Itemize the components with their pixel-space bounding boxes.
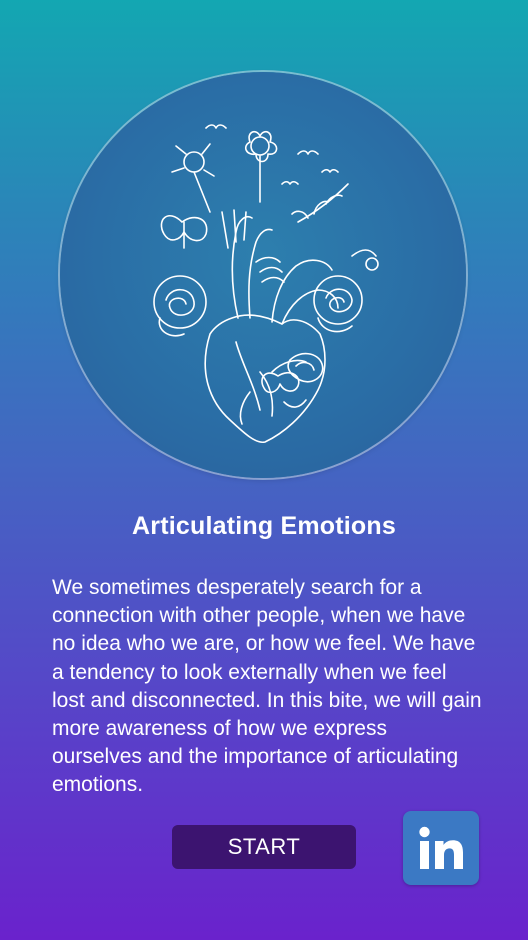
lesson-description: We sometimes desperately search for a co… [52, 576, 482, 797]
start-button[interactable]: START [172, 825, 356, 869]
floral-heart-icon [153, 124, 379, 444]
hero-illustration [60, 72, 466, 478]
linkedin-icon [419, 826, 463, 869]
linkedin-share-button[interactable] [403, 811, 479, 885]
lesson-title: Articulating Emotions [132, 512, 396, 540]
